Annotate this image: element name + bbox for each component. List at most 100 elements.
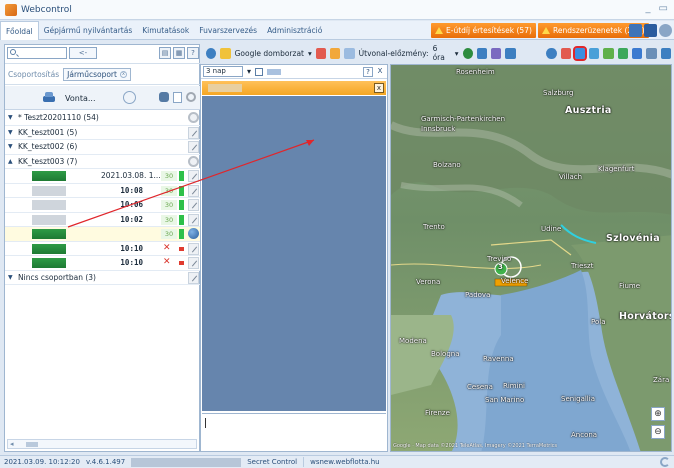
terrain-map[interactable] [391, 65, 672, 452]
zoom-in-button[interactable]: ⊕ [651, 407, 665, 421]
tree-group-row[interactable]: ▼ Nincs csoportban (3) [5, 271, 201, 285]
vehicle-row[interactable]: 30 [5, 227, 201, 242]
remove-group-icon[interactable]: x [119, 70, 127, 78]
edit-icon[interactable] [188, 271, 199, 284]
conversation-header[interactable]: x [202, 81, 386, 95]
dropdown-arrow-icon[interactable]: ▾ [247, 67, 251, 76]
target-icon[interactable] [617, 47, 628, 59]
scroll-left-icon[interactable]: ◂ [10, 440, 14, 448]
driver-icon[interactable] [159, 92, 169, 102]
vehicle-row[interactable]: 10:10 ✕ [5, 241, 201, 256]
expand-icon[interactable]: ▼ [8, 114, 15, 121]
pin-icon[interactable] [462, 47, 473, 59]
envelope-icon[interactable] [589, 47, 600, 59]
close-conversation-button[interactable]: x [374, 83, 384, 93]
dropdown-arrow-icon[interactable]: ▾ [455, 49, 459, 58]
status-indicator [179, 200, 184, 210]
filter-icon[interactable] [267, 68, 282, 75]
edit-icon[interactable] [188, 213, 199, 226]
edit-icon[interactable] [188, 184, 199, 197]
vehicle-row[interactable]: 10:10 ✕ [5, 256, 201, 271]
filter-checkbox[interactable] [255, 67, 264, 76]
document-icon[interactable] [173, 92, 182, 103]
route-history-select[interactable]: 6 óra [433, 44, 451, 62]
menu-reports[interactable]: Kimutatások [137, 21, 194, 40]
window-icon[interactable] [644, 24, 657, 37]
refresh-icon[interactable] [660, 457, 670, 467]
pencil-icon[interactable] [220, 47, 231, 59]
gear-icon[interactable] [186, 92, 196, 102]
tree-group-row[interactable]: ▼ KK_teszt001 (5) [5, 126, 201, 140]
vehicle-search-input[interactable] [7, 47, 67, 59]
clock-icon[interactable] [123, 91, 136, 104]
edit-icon[interactable] [188, 170, 199, 182]
edit-icon[interactable] [188, 199, 199, 211]
route-icon[interactable] [330, 47, 341, 59]
vehicle-row[interactable]: 10:08 30 [5, 183, 201, 198]
map-view[interactable]: Rosenheim Salzburg Ausztria Garmisch-Parten… [390, 64, 672, 452]
map-place-label: Szlovénia [606, 233, 660, 244]
speed-value: 30 [161, 214, 177, 225]
vehicle-row[interactable]: 2021.03.08. 1... 30 [5, 169, 201, 184]
refresh-icon[interactable] [629, 24, 642, 37]
help-button[interactable]: ? [363, 67, 373, 77]
map-layer-select[interactable]: Google domborzat [235, 49, 304, 58]
menu-vehicle-registry[interactable]: Gépjármű nyilvántartás [39, 21, 137, 40]
globe-icon[interactable] [188, 228, 199, 239]
columns-icon[interactable]: ▦ [173, 47, 185, 59]
maximize-button[interactable]: ▭ [659, 3, 668, 14]
tree-group-row[interactable]: ▲ KK_teszt003 (7) [5, 155, 201, 169]
gear-icon[interactable] [188, 112, 199, 123]
vehicle-icon[interactable] [476, 47, 488, 59]
poi-icon[interactable] [560, 47, 571, 59]
info-icon[interactable] [546, 47, 557, 59]
settings-icon[interactable] [659, 24, 672, 37]
expand-icon[interactable]: ▼ [8, 143, 15, 150]
search-back-button[interactable]: <- [69, 47, 97, 59]
chart-icon[interactable] [632, 47, 643, 59]
message-input[interactable] [202, 413, 386, 449]
grid-icon[interactable] [603, 47, 614, 59]
traffic-icon[interactable] [344, 47, 355, 59]
tree-group-row[interactable]: ▼ * Teszt20201110 (54) [5, 111, 201, 126]
map-place-label: Zára [653, 376, 670, 384]
edit-icon[interactable] [188, 257, 199, 269]
menu-admin[interactable]: Adminisztráció [262, 21, 327, 40]
main-menu: Főoldal Gépjármű nyilvántartás Kimutatás… [0, 20, 674, 40]
vehicle-row[interactable]: 10:06 30 [5, 198, 201, 213]
expand-icon[interactable]: ▼ [8, 129, 15, 136]
days-select[interactable]: 3 nap [203, 66, 243, 77]
export-icon[interactable] [660, 47, 671, 59]
vehicle-row[interactable]: 10:02 30 [5, 212, 201, 227]
menu-freight[interactable]: Fuvarszervezés [194, 21, 262, 40]
close-panel-button[interactable]: X [375, 67, 385, 77]
horizontal-scrollbar[interactable]: ◂ [7, 439, 197, 449]
column-vehicle[interactable]: Vonta... [65, 94, 95, 103]
events-label: E-útdíj értesítések (57) [446, 26, 532, 35]
expand-icon[interactable]: ▼ [8, 274, 15, 281]
edit-icon[interactable] [188, 141, 199, 153]
help-icon[interactable]: ? [187, 47, 199, 59]
message-icon[interactable] [572, 45, 588, 61]
events-notification-button[interactable]: E-útdíj értesítések (57) [431, 23, 536, 38]
warning-layer-icon[interactable] [315, 47, 327, 59]
tools-icon[interactable] [646, 47, 657, 59]
layout-icon[interactable]: ▤ [159, 47, 171, 59]
group-chip[interactable]: Járműcsoport x [63, 67, 131, 81]
zoom-out-button[interactable]: ⊖ [651, 425, 665, 439]
edit-icon[interactable] [188, 126, 199, 139]
minimize-button[interactable]: _ [646, 3, 651, 14]
menu-home[interactable]: Főoldal [0, 20, 39, 40]
edit-icon[interactable] [188, 242, 199, 255]
map-place-label: Ancona [571, 431, 598, 439]
collapse-icon[interactable]: ▲ [8, 158, 15, 165]
scroll-thumb[interactable] [26, 442, 38, 447]
layers-icon[interactable] [491, 47, 502, 59]
dropdown-arrow-icon[interactable]: ▾ [308, 49, 312, 58]
tree-group-row[interactable]: ▼ KK_teszt002 (6) [5, 140, 201, 155]
gear-icon[interactable] [188, 155, 199, 167]
flag-icon[interactable] [505, 47, 516, 59]
move-icon[interactable] [206, 47, 217, 59]
cluster-count[interactable]: 3 [498, 263, 503, 271]
message-panel: 3 nap ▾ ? X x [200, 64, 388, 452]
